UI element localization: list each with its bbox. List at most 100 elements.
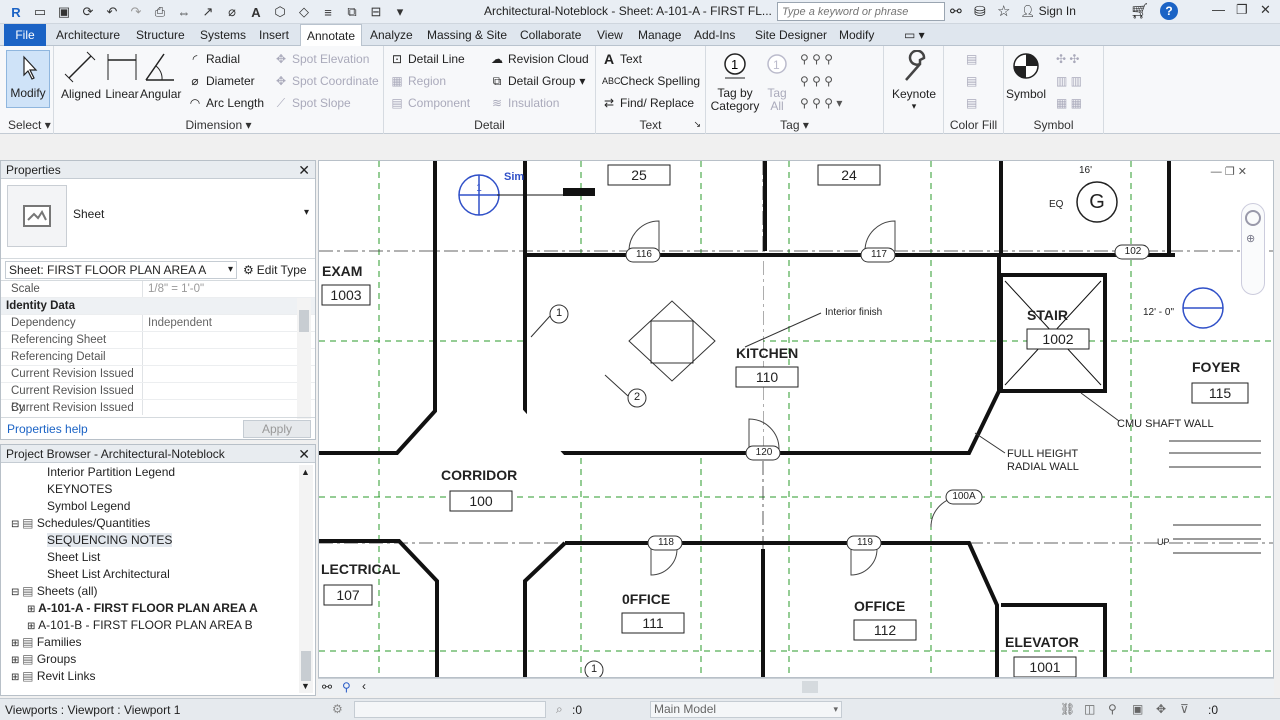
room-name[interactable]: KITCHEN bbox=[736, 345, 798, 361]
tab-insert[interactable]: Insert bbox=[253, 24, 295, 46]
symbol-button[interactable]: Symbol bbox=[1004, 50, 1048, 101]
aligned-dimension-button[interactable]: Aligned bbox=[58, 50, 104, 101]
note-cmu-shaft-wall[interactable]: CMU SHAFT WALL bbox=[1117, 418, 1214, 430]
keynote-tag[interactable]: 1 bbox=[473, 183, 485, 194]
view-window-controls[interactable]: — ❐ ✕ bbox=[1211, 165, 1247, 178]
property-value[interactable] bbox=[143, 366, 315, 382]
browser-scrollbar[interactable]: ▲ ▼ bbox=[299, 465, 313, 693]
measure-icon[interactable]: ⇔ bbox=[174, 2, 194, 22]
check-spelling-button[interactable]: ABC Check Spelling bbox=[602, 74, 700, 88]
select-by-face-icon[interactable]: ▣ bbox=[1132, 702, 1143, 716]
property-row[interactable]: Referencing Sheet bbox=[1, 332, 315, 349]
span-direction-icon[interactable]: ✣ ✣ bbox=[1056, 52, 1079, 66]
property-value[interactable] bbox=[143, 400, 315, 415]
tab-file[interactable]: File bbox=[4, 24, 46, 46]
restore-icon[interactable]: ❐ bbox=[1236, 2, 1248, 18]
select-underlay-icon[interactable]: ◫ bbox=[1084, 702, 1095, 716]
properties-scrollbar[interactable] bbox=[297, 298, 311, 419]
room-name[interactable]: ELEVATOR bbox=[1005, 634, 1079, 650]
diameter-dimension-button[interactable]: ⌀ Diameter bbox=[188, 74, 254, 88]
identity-data-group[interactable]: Identity Data⌃ bbox=[1, 298, 315, 315]
beam-annotations-icon[interactable]: ⚲ ⚲ ⚲ bbox=[800, 52, 833, 66]
room-tag-number[interactable]: 25 bbox=[608, 167, 670, 183]
tab-systems[interactable]: Systems bbox=[194, 24, 252, 46]
section-icon[interactable]: ◇ bbox=[294, 2, 314, 22]
room-number[interactable]: 110 bbox=[736, 369, 798, 385]
door-tag[interactable]: 102 bbox=[1115, 246, 1151, 257]
zoom-icon[interactable]: ⊕ bbox=[1246, 232, 1260, 245]
dimension-panel-dropdown[interactable]: Dimension ▾ bbox=[54, 118, 383, 132]
room-number[interactable]: 112 bbox=[854, 622, 916, 638]
browser-tree-item[interactable]: ⊟ ▤ Sheets (all) bbox=[11, 584, 98, 598]
find-replace-button[interactable]: ⇄ Find/ Replace bbox=[602, 96, 694, 110]
filter-icon[interactable]: ⊽ bbox=[1180, 702, 1189, 716]
tab-modify[interactable]: Modify bbox=[833, 24, 880, 46]
sync-icon[interactable]: ⟳ bbox=[78, 2, 98, 22]
workset-dropdown[interactable] bbox=[354, 701, 546, 718]
tree-expand-icon[interactable]: ⊞ bbox=[11, 655, 22, 666]
search-input[interactable] bbox=[777, 2, 945, 21]
tab-manage[interactable]: Manage bbox=[632, 24, 687, 46]
tree-expand-icon[interactable]: ⊞ bbox=[11, 672, 22, 683]
dimension-label[interactable]: 16' bbox=[1079, 165, 1092, 176]
thin-lines-icon[interactable]: ≡ bbox=[318, 2, 338, 22]
browser-tree-item[interactable]: SEQUENCING NOTES bbox=[47, 533, 173, 547]
pipe-legend-icon[interactable]: ▤ bbox=[966, 96, 977, 110]
open-icon[interactable]: ▭ bbox=[30, 2, 50, 22]
tag-all-button[interactable]: 1 Tag All bbox=[760, 50, 794, 113]
property-value[interactable] bbox=[143, 332, 315, 348]
revision-cloud-button[interactable]: ☁ Revision Cloud bbox=[490, 52, 589, 66]
stair-up-label[interactable]: UP bbox=[1157, 537, 1170, 547]
text-icon[interactable]: A bbox=[246, 2, 266, 22]
properties-help-link[interactable]: Properties help bbox=[7, 422, 88, 436]
tree-expand-icon[interactable]: ⊞ bbox=[11, 638, 22, 649]
radial-dimension-button[interactable]: ◜ Radial bbox=[188, 52, 240, 66]
angular-dimension-button[interactable]: Angular bbox=[140, 50, 181, 101]
scroll-down-icon[interactable]: ▼ bbox=[301, 681, 310, 691]
tab-view[interactable]: View bbox=[591, 24, 629, 46]
arc-length-dimension-button[interactable]: ◠ Arc Length bbox=[188, 96, 264, 110]
text-panel-launcher-icon[interactable]: ↘ bbox=[693, 119, 701, 130]
detail-group-button[interactable]: ⧉ Detail Group ▾ bbox=[490, 74, 586, 88]
undo-icon[interactable]: ↶ bbox=[102, 2, 122, 22]
property-value[interactable] bbox=[143, 349, 315, 365]
property-value[interactable] bbox=[143, 383, 315, 399]
property-row[interactable]: Current Revision Issued To bbox=[1, 400, 315, 415]
customize-qat-icon[interactable]: ▾ bbox=[390, 2, 410, 22]
property-row[interactable]: Dependency Independent bbox=[1, 315, 315, 332]
browser-tree-item[interactable]: Sheet List bbox=[47, 550, 100, 564]
design-option-dropdown[interactable]: Main Model ▾ bbox=[650, 701, 842, 718]
tree-expand-icon[interactable]: ⊞ bbox=[27, 604, 38, 615]
color-fill-legend-icon[interactable]: ▤ bbox=[966, 52, 977, 66]
instance-filter-dropdown[interactable]: Sheet: FIRST FLOOR PLAN AREA A ▾ bbox=[5, 260, 237, 279]
grid-label-g[interactable]: G bbox=[1085, 191, 1109, 214]
room-name[interactable]: 0FFICE bbox=[622, 591, 670, 607]
browser-tree-item[interactable]: Sheet List Architectural bbox=[47, 567, 170, 581]
browser-tree-item[interactable]: ⊞ A-101-A - FIRST FLOOR PLAN AREA A bbox=[27, 601, 258, 615]
area-tag-icon[interactable]: ⚲ ⚲ ⚲ ▾ bbox=[800, 96, 842, 110]
room-number[interactable]: 107 bbox=[324, 587, 372, 603]
drawing-canvas[interactable]: 25 24 EXAM 1003 KITCHEN 110 STAIR 1002 FOYER 115 C… bbox=[318, 160, 1274, 678]
keynote-tag[interactable]: 2 bbox=[631, 391, 643, 403]
favorites-star-icon[interactable]: ☆ bbox=[997, 2, 1010, 20]
door-tag[interactable]: 117 bbox=[861, 249, 897, 260]
section-sim-label[interactable]: Sim bbox=[504, 171, 524, 183]
apply-button[interactable]: Apply bbox=[243, 420, 311, 438]
property-row[interactable]: Current Revision Issued bbox=[1, 366, 315, 383]
help-icon[interactable]: ? bbox=[1160, 2, 1178, 20]
aligned-dimension-icon[interactable]: ↗ bbox=[198, 2, 218, 22]
edit-type-button[interactable]: ⚙ Edit Type bbox=[243, 263, 307, 277]
room-tag-icon[interactable]: ⚲ ⚲ ⚲ bbox=[800, 74, 833, 88]
type-selector[interactable]: Sheet ▾ bbox=[1, 179, 315, 259]
room-number[interactable]: 1003 bbox=[322, 287, 370, 303]
door-tag[interactable]: 118 bbox=[648, 537, 684, 548]
door-tag[interactable]: 119 bbox=[847, 537, 883, 548]
select-dropdown[interactable]: Select ▾ bbox=[8, 118, 53, 132]
component-button[interactable]: ▤ Component bbox=[390, 96, 470, 110]
browser-tree-item[interactable]: Interior Partition Legend bbox=[47, 465, 175, 479]
revit-logo-icon[interactable]: R bbox=[6, 2, 26, 22]
room-name[interactable]: OFFICE bbox=[854, 598, 905, 614]
sign-in-button[interactable]: 👤︎ Sign In bbox=[1020, 4, 1076, 18]
keynote-tag[interactable]: 1 bbox=[588, 663, 600, 675]
spot-elevation-button[interactable]: ✥ Spot Elevation bbox=[274, 52, 369, 66]
